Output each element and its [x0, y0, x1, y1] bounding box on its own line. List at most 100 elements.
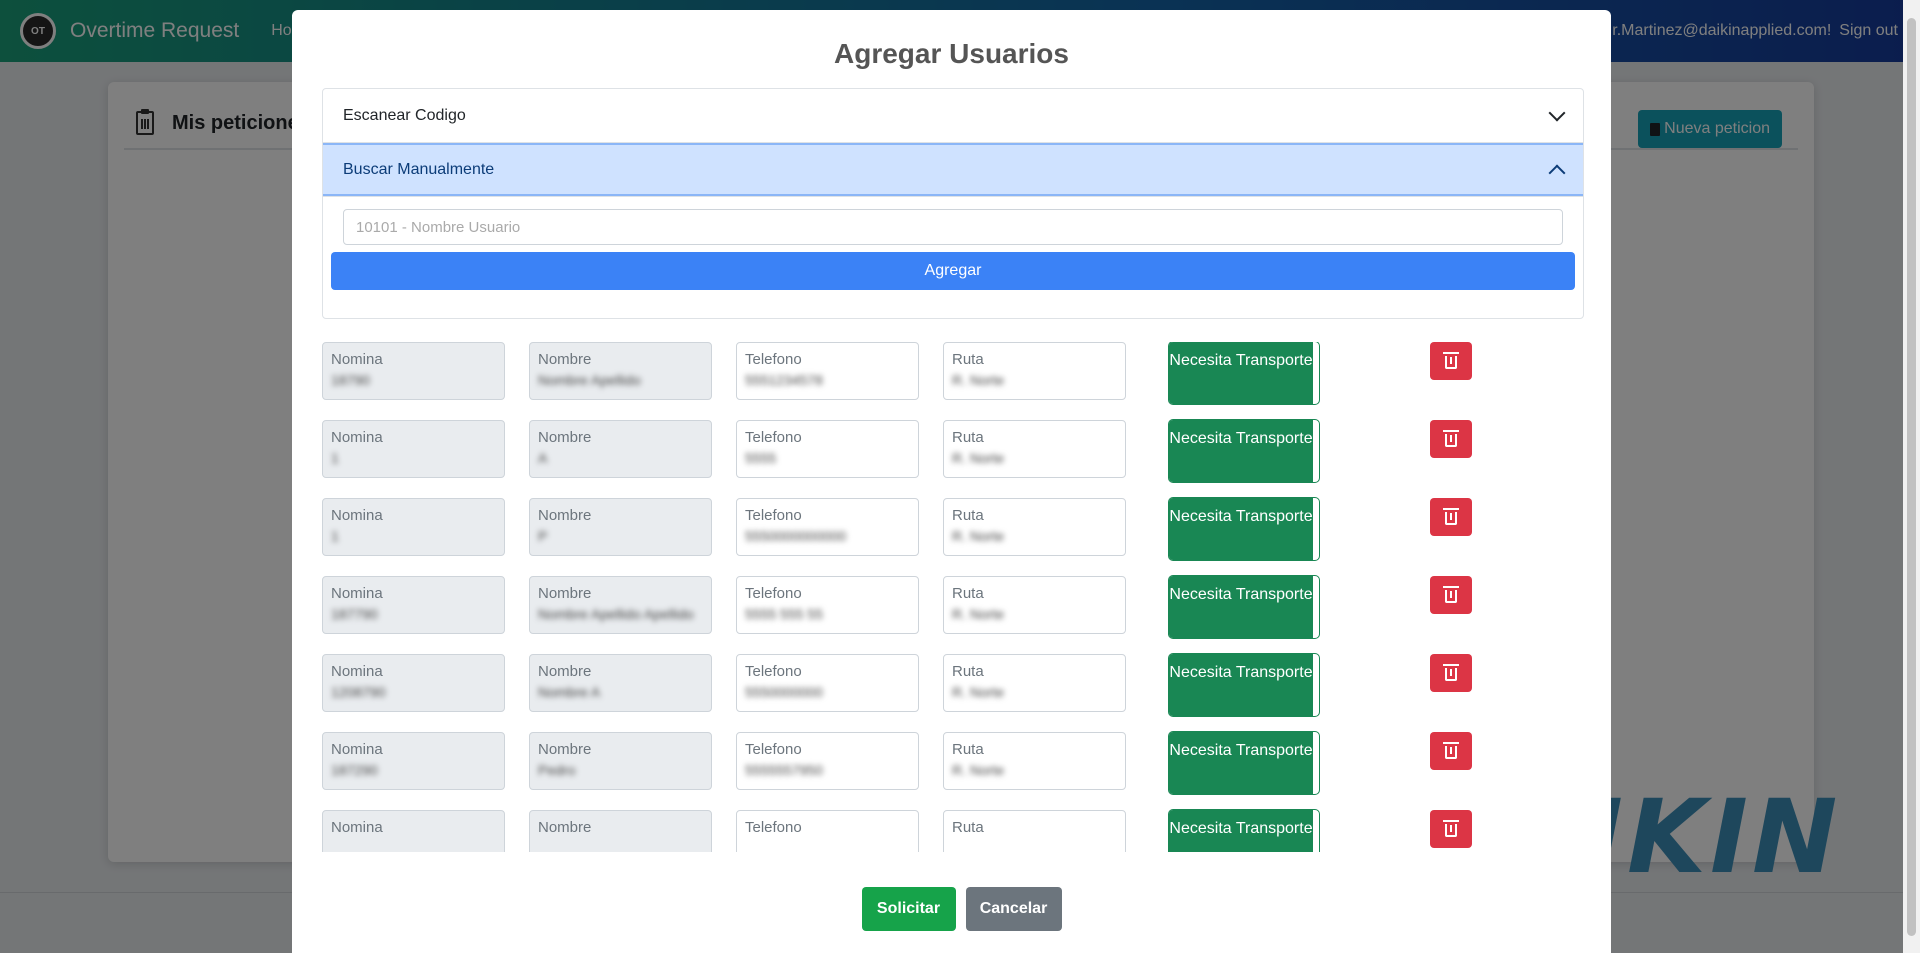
needs-transport-toggle[interactable]: Necesita Transporte: [1168, 575, 1320, 639]
nomina-field: Nomina 1208790: [322, 654, 505, 712]
delete-user-button[interactable]: [1430, 732, 1472, 770]
trash-icon: [1443, 586, 1459, 603]
nombre-field: Nombre A: [529, 420, 712, 478]
nomina-value: 187290: [331, 762, 378, 778]
ruta-label: Ruta: [952, 741, 984, 758]
cancel-button[interactable]: Cancelar: [965, 887, 1062, 931]
needs-transport-toggle[interactable]: Necesita Transporte: [1168, 342, 1320, 405]
user-row: Nomina 187790 Nombre Nombre Apellido Apelli…: [322, 575, 1562, 639]
nomina-field: Nomina 187290: [322, 732, 505, 790]
delete-user-button[interactable]: [1430, 342, 1472, 380]
trash-icon: [1443, 430, 1459, 447]
delete-user-button[interactable]: [1430, 498, 1472, 536]
user-row: Nomina 1 Nombre A Telefono 5555 Ruta R. Norte Ne…: [322, 419, 1562, 483]
nombre-field: Nombre: [529, 810, 712, 852]
nombre-value: Nombre Apellido Apellido: [538, 606, 694, 622]
needs-transport-toggle[interactable]: Necesita Transporte: [1168, 809, 1320, 852]
needs-transport-toggle[interactable]: Necesita Transporte: [1168, 653, 1320, 717]
nombre-label: Nombre: [538, 585, 592, 602]
telefono-field[interactable]: Telefono 5550000000000: [736, 498, 919, 556]
ruta-label: Ruta: [952, 429, 984, 446]
accordion-manual-search[interactable]: Buscar Manualmente: [323, 143, 1583, 197]
ruta-value: R. Norte: [952, 684, 1005, 700]
add-users-modal: Agregar Usuarios Escanear Codigo Buscar …: [292, 10, 1611, 953]
nombre-value: Pedro: [538, 762, 576, 778]
telefono-value: 5551234578: [745, 372, 823, 388]
ruta-label: Ruta: [952, 351, 984, 368]
delete-user-button[interactable]: [1430, 576, 1472, 614]
ruta-field[interactable]: Ruta R. Norte: [943, 420, 1126, 478]
ruta-value: R. Norte: [952, 450, 1005, 466]
telefono-label: Telefono: [745, 429, 802, 446]
nombre-label: Nombre: [538, 819, 592, 836]
telefono-field[interactable]: Telefono 5550000000: [736, 654, 919, 712]
telefono-field[interactable]: Telefono 5551234578: [736, 342, 919, 400]
ruta-field[interactable]: Ruta R. Norte: [943, 654, 1126, 712]
delete-user-button[interactable]: [1430, 420, 1472, 458]
telefono-field[interactable]: Telefono 5555 555 55: [736, 576, 919, 634]
nomina-label: Nomina: [331, 663, 383, 680]
delete-user-button[interactable]: [1430, 654, 1472, 692]
nombre-value: Nombre A: [538, 684, 601, 700]
telefono-field[interactable]: Telefono 5555557950: [736, 732, 919, 790]
needs-transport-toggle[interactable]: Necesita Transporte: [1168, 419, 1320, 483]
nomina-value: 18790: [331, 372, 370, 388]
submit-request-button[interactable]: Solicitar: [861, 887, 956, 931]
telefono-field[interactable]: Telefono: [736, 810, 919, 852]
ruta-field[interactable]: Ruta R. Norte: [943, 342, 1126, 400]
ruta-label: Ruta: [952, 585, 984, 602]
ruta-field[interactable]: Ruta R. Norte: [943, 576, 1126, 634]
nomina-value: 187790: [331, 606, 378, 622]
add-user-button[interactable]: Agregar: [331, 252, 1575, 290]
telefono-value: 5550000000000: [745, 528, 847, 544]
nomina-label: Nomina: [331, 351, 383, 368]
trash-icon: [1443, 508, 1459, 525]
ruta-field[interactable]: Ruta R. Norte: [943, 732, 1126, 790]
chevron-up-icon: [1548, 164, 1566, 181]
search-accordion: Escanear Codigo Buscar Manualmente Agreg…: [322, 88, 1584, 319]
nomina-label: Nomina: [331, 507, 383, 524]
nombre-value: P: [538, 528, 548, 544]
modal-title: Agregar Usuarios: [834, 38, 1069, 69]
ruta-label: Ruta: [952, 819, 984, 836]
user-row: Nomina 1208790 Nombre Nombre A Telefono 55500…: [322, 653, 1562, 717]
needs-transport-toggle[interactable]: Necesita Transporte: [1168, 497, 1320, 561]
nomina-label: Nomina: [331, 741, 383, 758]
user-list: Nomina Nombre Telefono Ruta Necesita Transpo…: [322, 342, 1584, 852]
nombre-value: A: [538, 450, 548, 466]
nomina-value: 1: [331, 528, 339, 544]
user-row: Nomina 1 Nombre P Telefono 5550000000000 Ruta R…: [322, 497, 1562, 561]
needs-transport-toggle[interactable]: Necesita Transporte: [1168, 731, 1320, 795]
telefono-label: Telefono: [745, 507, 802, 524]
ruta-value: R. Norte: [952, 762, 1005, 778]
chevron-down-icon: [1548, 104, 1566, 121]
accordion-scan-code[interactable]: Escanear Codigo: [323, 89, 1583, 143]
nombre-value: Nombre Apellido: [538, 372, 641, 388]
delete-user-button[interactable]: [1430, 810, 1472, 848]
trash-icon: [1443, 352, 1459, 369]
nomina-field: Nomina 1: [322, 498, 505, 556]
nombre-label: Nombre: [538, 663, 592, 680]
user-row: Nomina Nombre Telefono Ruta Necesita Transpo…: [322, 809, 1562, 852]
nomina-label: Nomina: [331, 585, 383, 602]
nomina-value: 1208790: [331, 684, 386, 700]
ruta-field[interactable]: Ruta: [943, 810, 1126, 852]
nombre-label: Nombre: [538, 429, 592, 446]
telefono-label: Telefono: [745, 585, 802, 602]
page-scrollbar-thumb[interactable]: [1907, 18, 1916, 936]
user-search-input[interactable]: [343, 209, 1563, 245]
nomina-label: Nomina: [331, 819, 383, 836]
page-scrollbar[interactable]: [1903, 0, 1920, 953]
nombre-label: Nombre: [538, 741, 592, 758]
nombre-field: Nombre Nombre Apellido: [529, 342, 712, 400]
nombre-field: Nombre Nombre A: [529, 654, 712, 712]
telefono-field[interactable]: Telefono 5555: [736, 420, 919, 478]
ruta-value: R. Norte: [952, 606, 1005, 622]
telefono-value: 5555557950: [745, 762, 823, 778]
ruta-value: R. Norte: [952, 528, 1005, 544]
ruta-label: Ruta: [952, 507, 984, 524]
ruta-field[interactable]: Ruta R. Norte: [943, 498, 1126, 556]
user-row: Nomina 18790 Nombre Nombre Apellido Telefono…: [322, 342, 1562, 405]
manual-search-label: Buscar Manualmente: [343, 160, 495, 178]
telefono-label: Telefono: [745, 741, 802, 758]
